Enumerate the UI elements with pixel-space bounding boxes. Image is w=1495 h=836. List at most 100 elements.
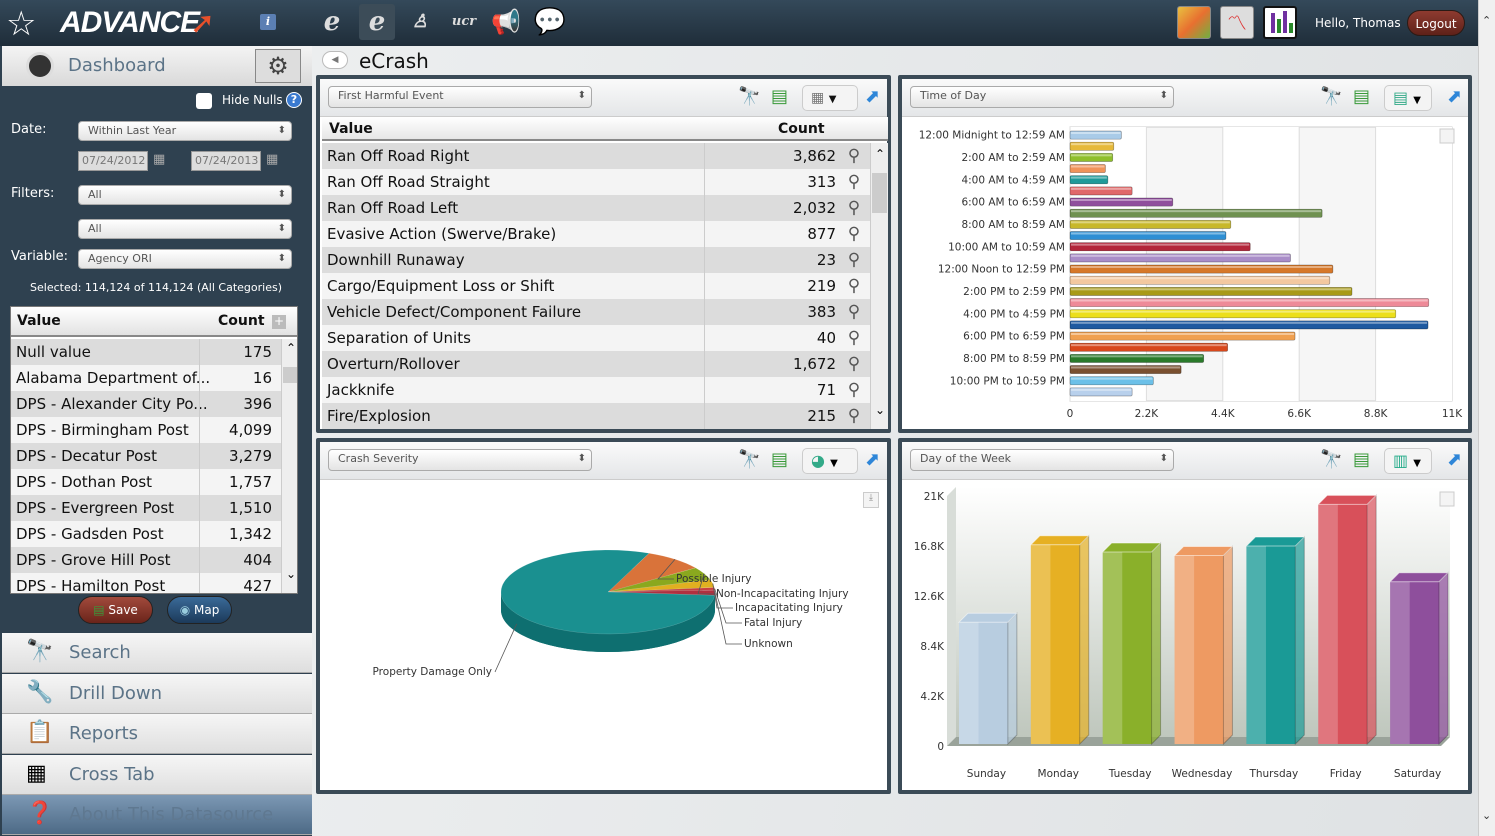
filter-select-2[interactable]: All bbox=[78, 219, 292, 239]
add-column-icon[interactable]: + bbox=[272, 315, 286, 329]
info-icon[interactable]: i bbox=[260, 14, 276, 30]
col-count-header[interactable]: Count bbox=[778, 121, 825, 137]
expand-arrow-icon[interactable]: ⬈ bbox=[1447, 86, 1462, 107]
ucr-document-icon[interactable]: ucr bbox=[446, 4, 482, 40]
drill-magnifier-icon[interactable]: ⚲ bbox=[842, 143, 866, 169]
drill-magnifier-icon[interactable]: ⚲ bbox=[842, 325, 866, 351]
table-row[interactable]: Fire/Explosion 215 ⚲ bbox=[322, 403, 870, 429]
scroll-down-icon[interactable]: ⌄ bbox=[1482, 809, 1491, 822]
binoculars-icon[interactable]: 🔭 bbox=[738, 449, 760, 470]
ecrash-burst-icon[interactable]: e bbox=[359, 4, 395, 40]
ecrash-badge-icon[interactable]: e bbox=[314, 4, 350, 40]
calendar-icon[interactable]: ▦ bbox=[266, 152, 284, 168]
excel-export-icon[interactable]: ▤ bbox=[771, 449, 788, 470]
calendar-icon[interactable]: ▦ bbox=[153, 152, 171, 168]
nav-item-reports[interactable]: 📋 Reports bbox=[2, 714, 312, 754]
expand-arrow-icon[interactable]: ⬈ bbox=[865, 449, 880, 470]
scroll-up-icon[interactable]: ⌃ bbox=[1482, 14, 1491, 27]
nav-item-drill-down[interactable]: 🔧 Drill Down bbox=[2, 673, 312, 714]
col-count-header[interactable]: Count bbox=[218, 313, 265, 329]
binoculars-icon[interactable]: 🔭 bbox=[1320, 86, 1342, 107]
drill-magnifier-icon[interactable]: ⚲ bbox=[842, 351, 866, 377]
download-chart-icon[interactable] bbox=[1439, 128, 1455, 144]
drill-magnifier-icon[interactable]: ⚲ bbox=[842, 247, 866, 273]
scroll-thumb[interactable] bbox=[283, 367, 297, 383]
table-row[interactable]: Ran Off Road Left 2,032 ⚲ bbox=[322, 195, 870, 221]
drill-magnifier-icon[interactable]: ⚲ bbox=[842, 273, 866, 299]
bar-chart-app-icon[interactable] bbox=[1263, 6, 1297, 39]
table-row[interactable]: DPS - Birmingham Post 4,099 bbox=[11, 417, 281, 443]
expand-arrow-icon[interactable]: ⬈ bbox=[1447, 449, 1462, 470]
variable-select[interactable]: Time of Day bbox=[910, 86, 1174, 108]
binoculars-icon[interactable]: 🔭 bbox=[738, 86, 760, 107]
download-chart-icon[interactable] bbox=[1439, 491, 1455, 507]
drill-magnifier-icon[interactable]: ⚲ bbox=[842, 195, 866, 221]
variable-select[interactable]: Crash Severity bbox=[328, 449, 592, 471]
filter-select-1[interactable]: All bbox=[78, 185, 292, 205]
table-row[interactable]: Jackknife 71 ⚲ bbox=[322, 377, 870, 403]
page-scrollbar[interactable]: ⌃ ⌄ bbox=[1478, 0, 1495, 836]
scroll-down-icon[interactable]: ⌄ bbox=[286, 567, 296, 581]
excel-export-icon[interactable]: ▤ bbox=[1353, 86, 1370, 107]
variable-select[interactable]: Day of the Week bbox=[910, 449, 1174, 471]
table-row[interactable]: DPS - Grove Hill Post 404 bbox=[11, 547, 281, 573]
excel-export-icon[interactable]: ▤ bbox=[771, 86, 788, 107]
scroll-up-icon[interactable]: ⌃ bbox=[875, 147, 885, 161]
map-button[interactable]: ◉ Map bbox=[167, 596, 232, 624]
table-scrollbar[interactable]: ⌃ ⌄ bbox=[870, 143, 888, 429]
drill-magnifier-icon[interactable]: ⚲ bbox=[842, 221, 866, 247]
table-row[interactable]: Alabama Department of... 16 bbox=[11, 365, 281, 391]
drill-magnifier-icon[interactable]: ⚲ bbox=[842, 169, 866, 195]
col-value-header[interactable]: Value bbox=[329, 121, 373, 137]
save-button[interactable]: ▤ Save bbox=[78, 596, 153, 624]
table-row[interactable]: Downhill Runaway 23 ⚲ bbox=[322, 247, 870, 273]
table-row[interactable]: Separation of Units 40 ⚲ bbox=[322, 325, 870, 351]
nav-item-about-this-datasource[interactable]: ❓ About This Datasource bbox=[2, 795, 312, 835]
speech-bubble-icon[interactable]: 💬 bbox=[532, 4, 568, 40]
chart-type-dropdown[interactable]: ▦ ▼ bbox=[802, 85, 858, 111]
table-row[interactable]: DPS - Alexander City Po... 396 bbox=[11, 391, 281, 417]
table-row[interactable]: DPS - Hamilton Post 427 bbox=[11, 573, 281, 593]
scroll-up-icon[interactable]: ⌃ bbox=[286, 341, 296, 355]
drill-magnifier-icon[interactable]: ⚲ bbox=[842, 299, 866, 325]
hide-nulls-checkbox[interactable] bbox=[196, 93, 212, 109]
variable-select[interactable]: Agency ORI bbox=[78, 249, 292, 269]
settings-gear-button[interactable]: ⚙ bbox=[255, 49, 301, 83]
date-from-input[interactable]: 07/24/2012 bbox=[78, 151, 148, 171]
table-row[interactable]: Cargo/Equipment Loss or Shift 219 ⚲ bbox=[322, 273, 870, 299]
nav-item-search[interactable]: 🔭 Search bbox=[2, 633, 312, 673]
excel-export-icon[interactable]: ▤ bbox=[1353, 449, 1370, 470]
scroll-down-icon[interactable]: ⌄ bbox=[875, 403, 885, 417]
table-row[interactable]: DPS - Evergreen Post 1,510 bbox=[11, 495, 281, 521]
chart-type-dropdown[interactable]: ◕ ▼ bbox=[802, 448, 858, 474]
variable-select[interactable]: First Harmful Event bbox=[328, 86, 592, 108]
help-icon[interactable]: ? bbox=[286, 92, 302, 108]
date-range-select[interactable]: Within Last Year bbox=[78, 121, 292, 141]
col-value-header[interactable]: Value bbox=[17, 313, 61, 329]
scroll-thumb[interactable] bbox=[872, 173, 887, 213]
drill-magnifier-icon[interactable]: ⚲ bbox=[842, 377, 866, 403]
table-row[interactable]: DPS - Decatur Post 3,279 bbox=[11, 443, 281, 469]
date-to-input[interactable]: 07/24/2013 bbox=[191, 151, 261, 171]
table-row[interactable]: DPS - Gadsden Post 1,342 bbox=[11, 521, 281, 547]
table-row[interactable]: Ran Off Road Right 3,862 ⚲ bbox=[322, 143, 870, 169]
table-row[interactable]: DPS - Dothan Post 1,757 bbox=[11, 469, 281, 495]
trend-chart-app-icon[interactable]: 〽 bbox=[1220, 6, 1254, 39]
logout-button[interactable]: Logout bbox=[1407, 10, 1465, 36]
binoculars-icon[interactable]: 🔭 bbox=[1320, 449, 1342, 470]
expand-arrow-icon[interactable]: ⬈ bbox=[865, 86, 880, 107]
nav-item-cross-tab[interactable]: ▦ Cross Tab bbox=[2, 754, 312, 795]
table-row[interactable]: Overturn/Rollover 1,672 ⚲ bbox=[322, 351, 870, 377]
table-scrollbar[interactable]: ⌃ ⌄ bbox=[281, 339, 297, 593]
table-row[interactable]: Ran Off Road Straight 313 ⚲ bbox=[322, 169, 870, 195]
table-row[interactable]: Null value 175 bbox=[11, 339, 281, 365]
map-app-icon[interactable] bbox=[1177, 6, 1211, 39]
drill-magnifier-icon[interactable]: ⚲ bbox=[842, 403, 866, 429]
back-button[interactable]: ◀ bbox=[322, 51, 348, 69]
table-row[interactable]: Evasive Action (Swerve/Brake) 877 ⚲ bbox=[322, 221, 870, 247]
table-row[interactable]: Vehicle Defect/Component Failure 383 ⚲ bbox=[322, 299, 870, 325]
chart-type-dropdown[interactable]: ▤ ▼ bbox=[1384, 85, 1432, 111]
chart-type-dropdown[interactable]: ▥ ▼ bbox=[1384, 448, 1432, 474]
ecitation-person-icon[interactable]: ♙ bbox=[402, 4, 438, 40]
megaphone-icon[interactable]: 📢 bbox=[488, 4, 524, 40]
